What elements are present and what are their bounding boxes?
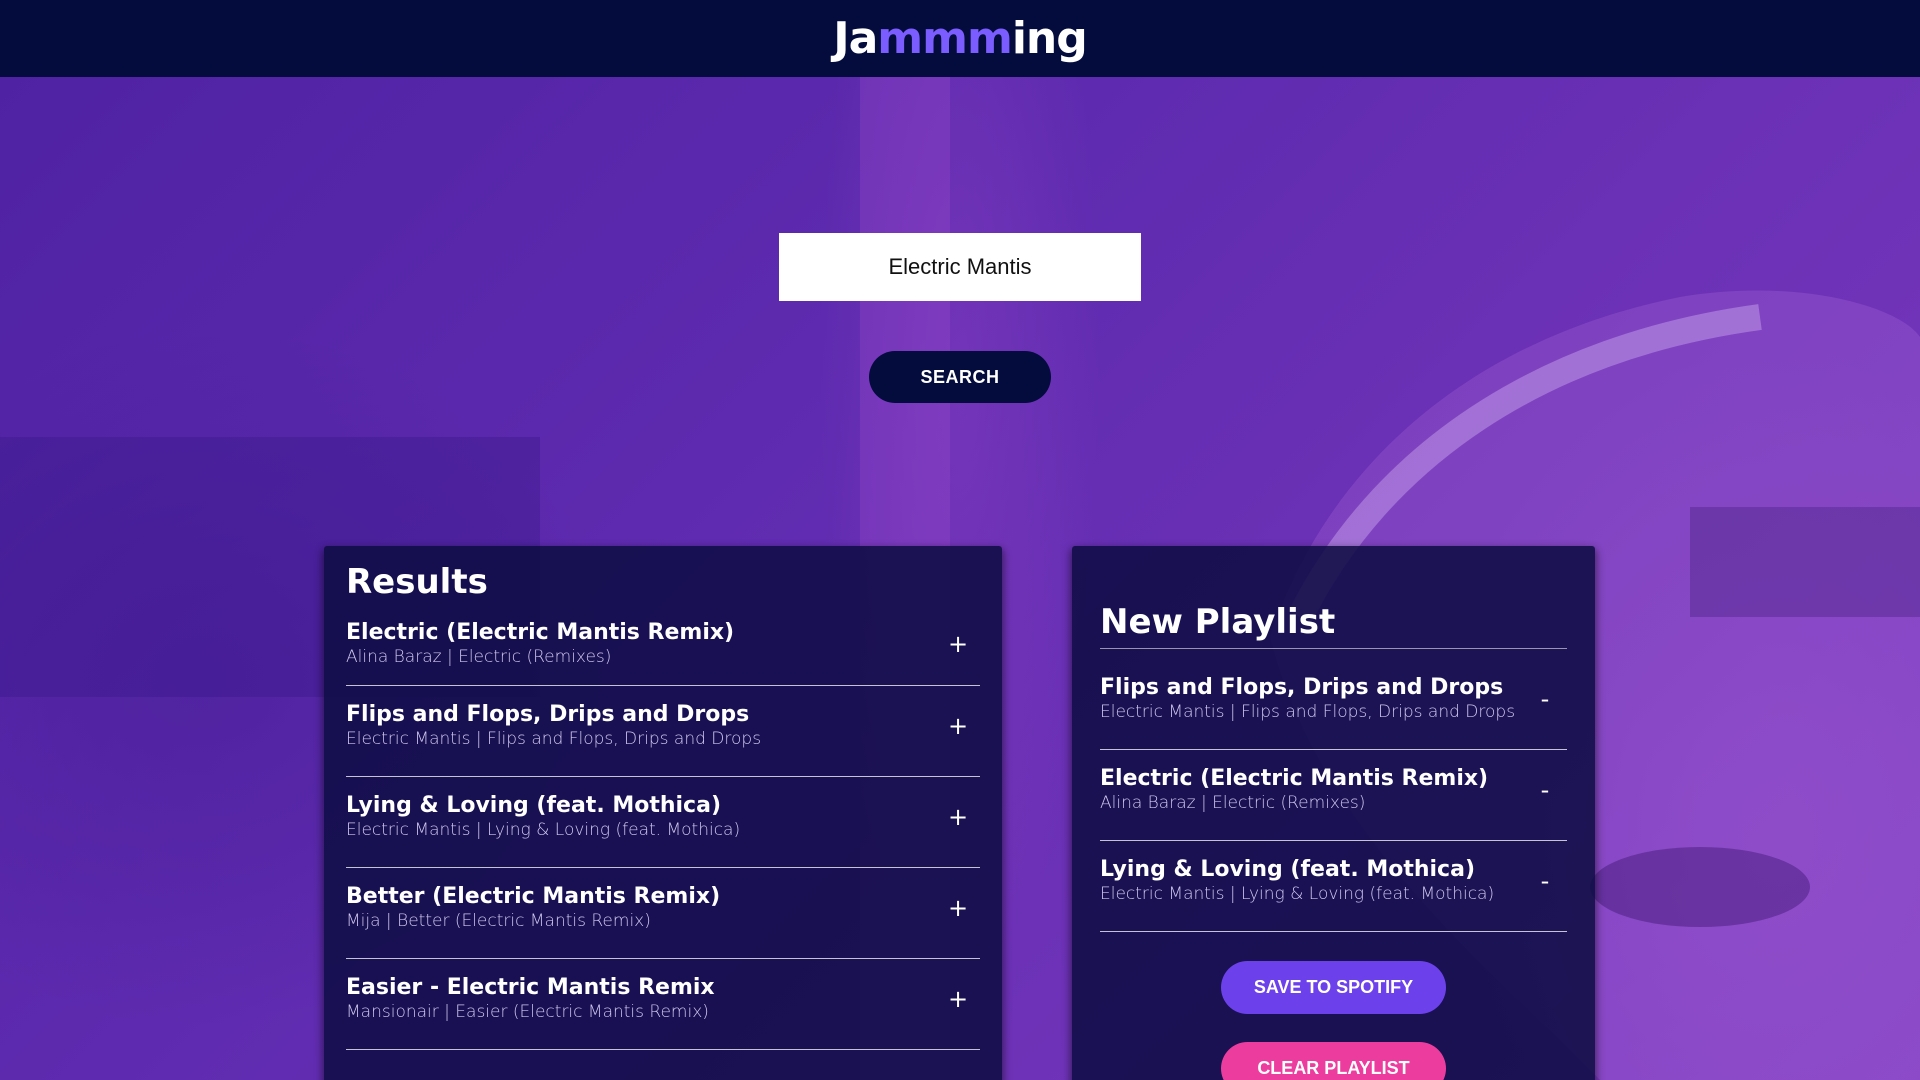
track-name: Flips and Flops, Drips and Drops xyxy=(1100,675,1504,700)
results-panel: Results Electric (Electric Mantis Remix)… xyxy=(324,546,1002,1080)
search-input[interactable] xyxy=(779,233,1141,301)
add-track-icon[interactable]: + xyxy=(938,985,978,1013)
track-row: Flips and Flops, Drips and Drops Electric… xyxy=(1100,659,1567,750)
track-info: Electric (Electric Mantis Remix) Alina Ba… xyxy=(1100,766,1488,814)
track-name: Flips and Flops, Drips and Drops xyxy=(346,702,750,727)
remove-track-icon[interactable]: - xyxy=(1525,685,1565,713)
app-header: Jammming xyxy=(0,0,1920,77)
save-to-spotify-button[interactable]: SAVE TO SPOTIFY xyxy=(1221,961,1446,1014)
remove-track-icon[interactable]: - xyxy=(1525,867,1565,895)
track-info: Flips and Flops, Drips and Drops Electric… xyxy=(346,702,761,750)
track-row: Lying & Loving (feat. Mothica) Electric M… xyxy=(346,777,980,868)
search-button[interactable]: SEARCH xyxy=(869,351,1051,403)
track-row: Electric (Electric Mantis Remix) Alina Ba… xyxy=(1100,750,1567,841)
track-row: Easier - Electric Mantis Remix Mansionair… xyxy=(346,959,980,1050)
track-artist-album: Mija | Better (Electric Mantis Remix) xyxy=(346,911,651,931)
track-artist-album: Electric Mantis | Flips and Flops, Drips… xyxy=(1100,702,1516,722)
playlist-name-input[interactable]: New Playlist xyxy=(1100,602,1567,649)
track-name: Easier - Electric Mantis Remix xyxy=(346,975,715,1000)
results-title: Results xyxy=(346,562,488,602)
app-logo: Jammming xyxy=(833,13,1088,64)
track-artist-album: Alina Baraz | Electric (Remixes) xyxy=(1100,793,1366,813)
track-info: Flips and Flops, Drips and Drops Electric… xyxy=(1100,675,1515,723)
track-info: Easier - Electric Mantis Remix Mansionair… xyxy=(346,975,715,1023)
track-artist-album: Electric Mantis | Lying & Loving (feat. … xyxy=(1100,884,1495,904)
add-track-icon[interactable]: + xyxy=(938,803,978,831)
track-info: Lying & Loving (feat. Mothica) Electric M… xyxy=(346,793,740,841)
remove-track-icon[interactable]: - xyxy=(1525,776,1565,804)
track-artist-album: Electric Mantis | Lying & Loving (feat. … xyxy=(346,820,741,840)
logo-text-accent: mmm xyxy=(877,13,1013,64)
track-name: Electric (Electric Mantis Remix) xyxy=(1100,766,1489,791)
track-row: Better (Electric Mantis Remix) Mija | Bet… xyxy=(346,868,980,959)
results-list: Electric (Electric Mantis Remix) Alina Ba… xyxy=(346,612,980,1050)
add-track-icon[interactable]: + xyxy=(938,712,978,740)
playlist-panel: New Playlist Flips and Flops, Drips and … xyxy=(1072,546,1595,1080)
track-row: Lying & Loving (feat. Mothica) Electric M… xyxy=(1100,841,1567,932)
add-track-icon[interactable]: + xyxy=(938,894,978,922)
track-row: Flips and Flops, Drips and Drops Electric… xyxy=(346,686,980,777)
clear-playlist-button[interactable]: CLEAR PLAYLIST xyxy=(1221,1042,1446,1080)
track-row: Electric (Electric Mantis Remix) Alina Ba… xyxy=(346,612,980,686)
add-track-icon[interactable]: + xyxy=(938,630,978,658)
track-name: Better (Electric Mantis Remix) xyxy=(346,884,721,909)
playlist-list: Flips and Flops, Drips and Drops Electric… xyxy=(1100,659,1567,932)
track-info: Electric (Electric Mantis Remix) Alina Ba… xyxy=(346,620,734,668)
track-name: Lying & Loving (feat. Mothica) xyxy=(1100,857,1475,882)
track-info: Better (Electric Mantis Remix) Mija | Bet… xyxy=(346,884,720,932)
logo-text-suffix: ing xyxy=(1011,13,1088,64)
logo-text-prefix: Ja xyxy=(833,13,878,64)
track-name: Electric (Electric Mantis Remix) xyxy=(346,619,735,645)
track-info: Lying & Loving (feat. Mothica) Electric M… xyxy=(1100,857,1494,905)
track-artist-album: Alina Baraz | Electric (Remixes) xyxy=(346,646,612,667)
track-artist-album: Electric Mantis | Flips and Flops, Drips… xyxy=(346,729,762,749)
track-artist-album: Mansionair | Easier (Electric Mantis Rem… xyxy=(346,1002,709,1022)
track-name: Lying & Loving (feat. Mothica) xyxy=(346,793,721,818)
